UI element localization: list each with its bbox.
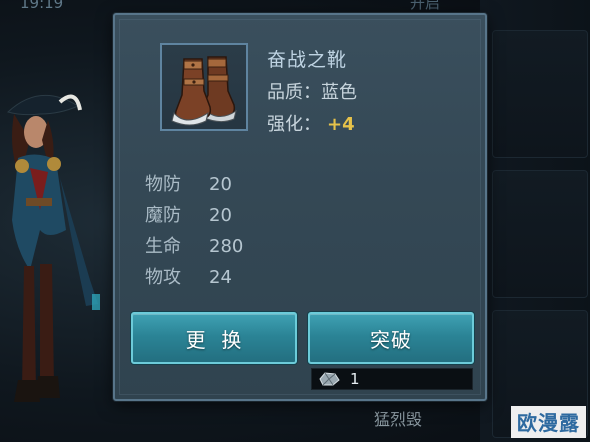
- stat-row-magic-defense: 魔防 20: [145, 201, 232, 227]
- background-tab-label: 开启: [410, 0, 441, 12]
- quality-label: 品质：: [267, 82, 321, 103]
- background-skill-label: 猛烈毁: [374, 410, 423, 429]
- item-icon-frame[interactable]: [160, 43, 248, 131]
- stat-value: 20: [209, 174, 232, 195]
- quality-value: 蓝色: [321, 82, 357, 103]
- replace-button[interactable]: 更 换: [131, 312, 297, 364]
- equipment-info-panel: 奋战之靴 品质：蓝色 强化： +4 物防 20 魔防 20 生命 280 物攻 24 更 …: [113, 13, 487, 401]
- enhance-label: 强化：: [267, 114, 321, 135]
- stat-row-physical-defense: 物防 20: [145, 170, 232, 196]
- stat-label: 物攻: [145, 267, 181, 288]
- cost-amount: 1: [350, 370, 360, 388]
- enhance-value: +4: [327, 114, 355, 135]
- breakthrough-cost: 1: [311, 368, 473, 390]
- stat-value: 280: [209, 236, 244, 257]
- stat-value: 24: [209, 267, 232, 288]
- stat-label: 魔防: [145, 205, 181, 226]
- leather-boots-icon: [171, 56, 237, 126]
- watermark-logo: 欧漫露: [511, 406, 586, 438]
- background-slot: [492, 30, 588, 158]
- item-name: 奋战之靴: [267, 49, 348, 71]
- stat-row-physical-attack: 物攻 24: [145, 263, 232, 289]
- stat-label: 物防: [145, 174, 181, 195]
- item-quality: 品质：蓝色: [267, 78, 357, 104]
- stat-label: 生命: [145, 236, 181, 257]
- hero-character-illustration: [7, 94, 100, 402]
- game-screen: 19:19 开启 猛烈毁 奋战之靴 品质：蓝色 强化： +4 物防 20 魔防 …: [0, 0, 590, 442]
- stat-value: 20: [209, 205, 232, 226]
- breakthrough-button[interactable]: 突破: [308, 312, 474, 364]
- clock-text: 19:19: [20, 0, 64, 12]
- material-stone-icon: [318, 371, 340, 387]
- stat-row-health: 生命 280: [145, 232, 243, 258]
- item-enhance-level: 强化： +4: [267, 110, 355, 136]
- background-slot: [492, 170, 588, 298]
